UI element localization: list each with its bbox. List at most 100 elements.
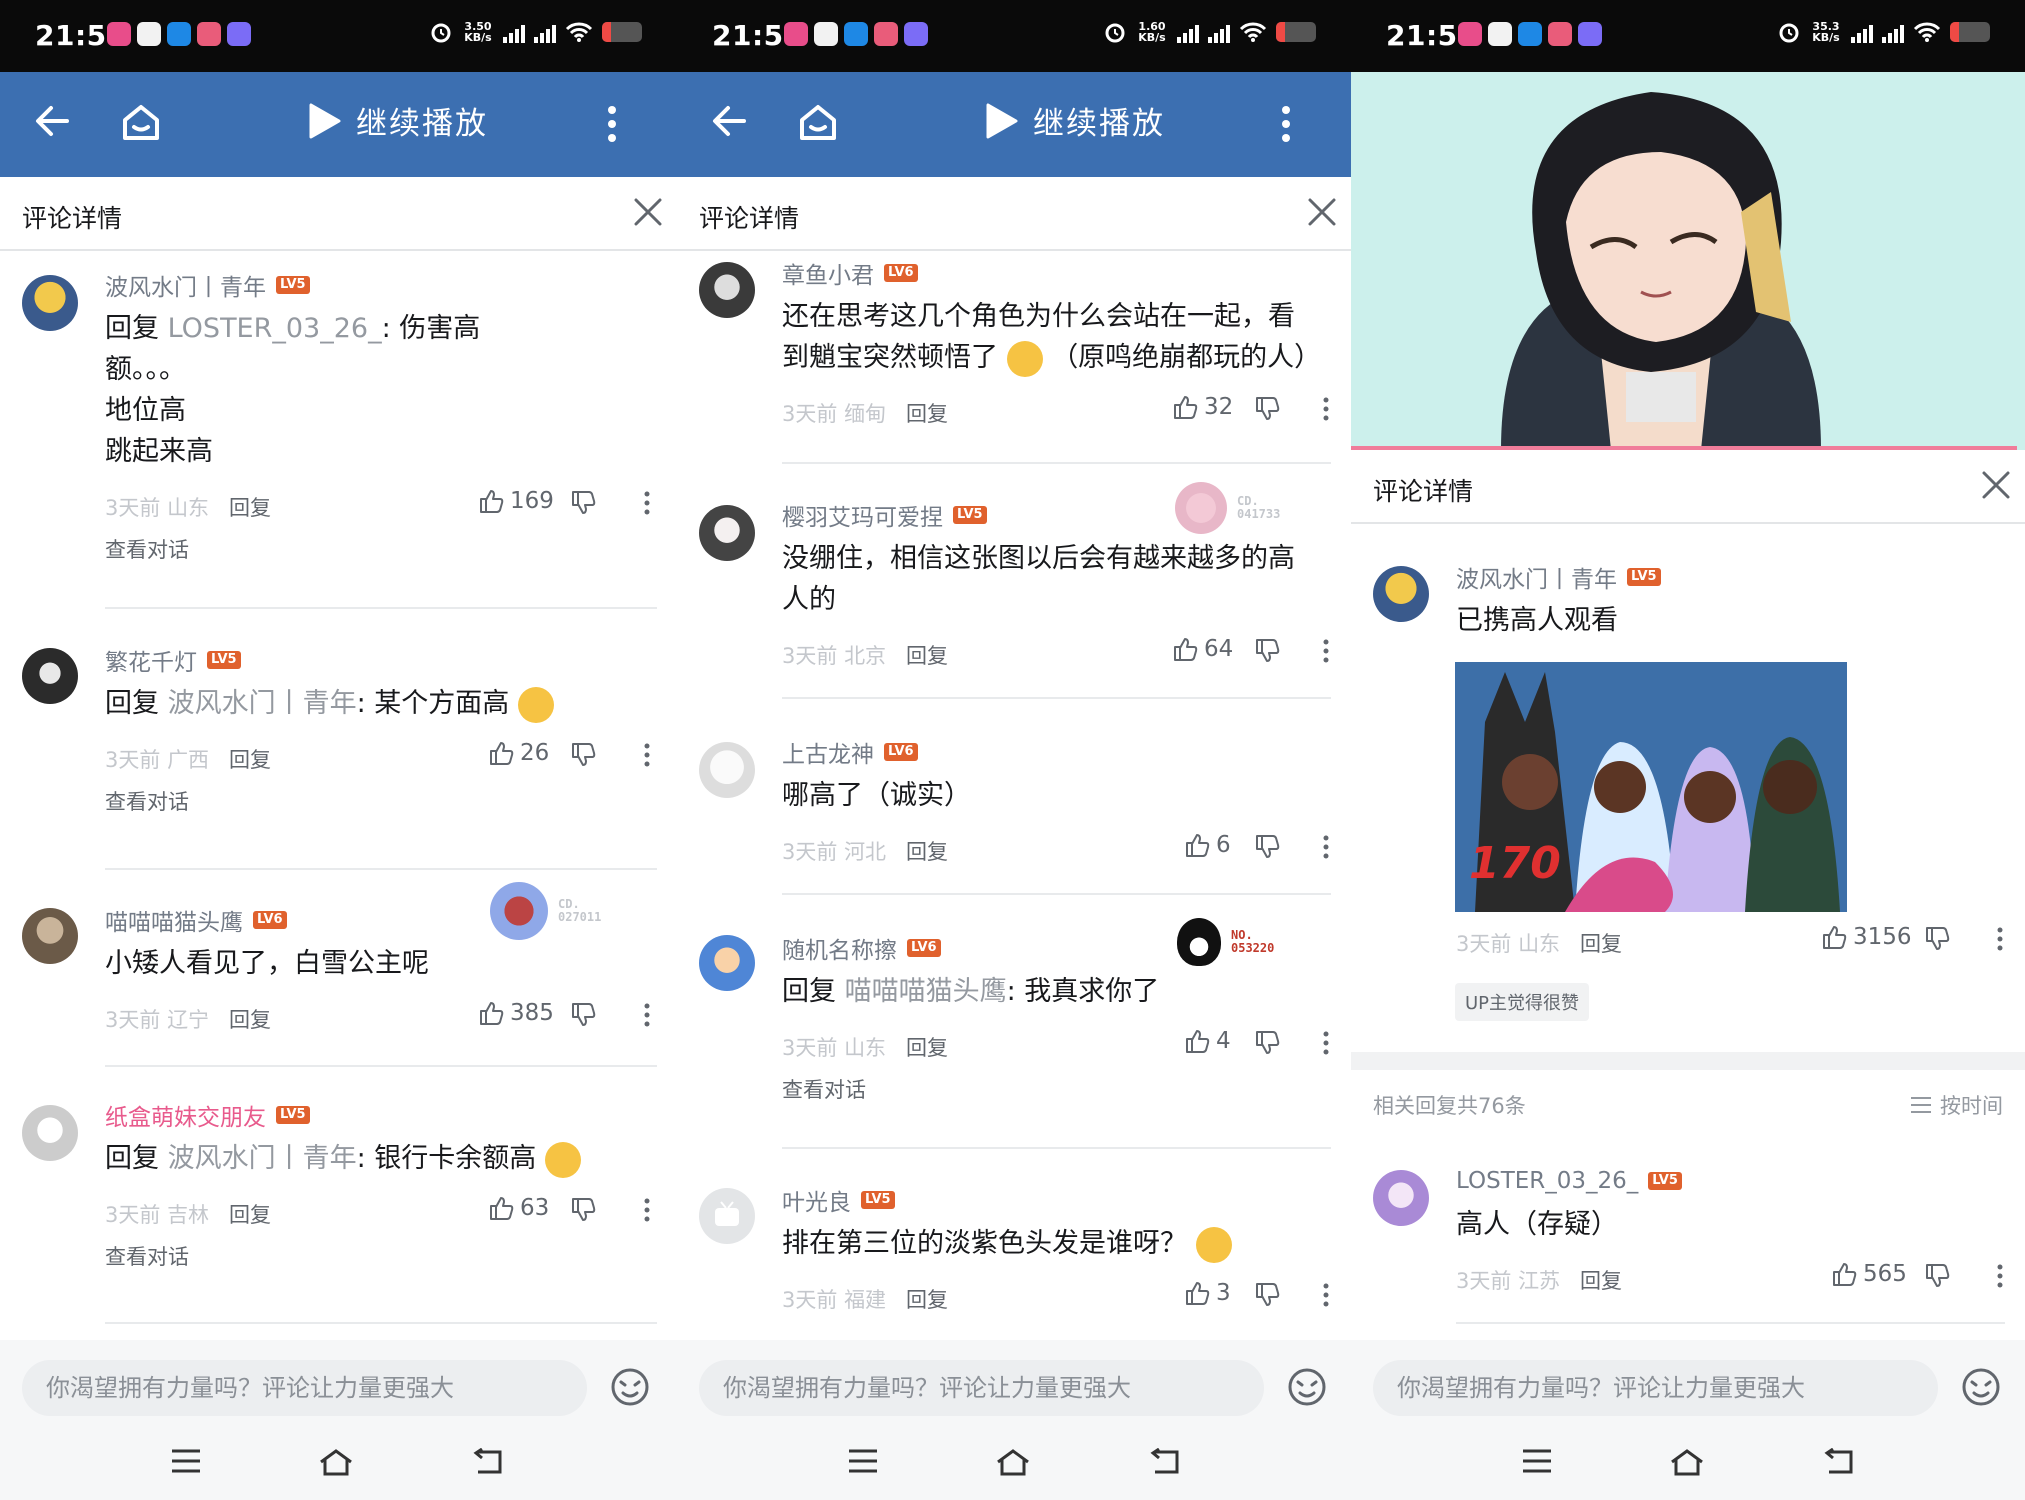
avatar[interactable] [699,505,755,561]
thumbs-down-icon[interactable] [1254,1030,1280,1056]
like-button[interactable]: 26 [488,740,549,766]
back-arrow-icon[interactable] [710,102,748,140]
reply-button[interactable]: 回复 [229,492,271,522]
like-button[interactable]: 4 [1184,1028,1231,1054]
username-row[interactable]: 波风水门丨青年 LV5 [105,270,677,301]
like-button[interactable]: 565 [1831,1261,1907,1287]
thumbs-down-icon[interactable] [1254,638,1280,664]
close-icon[interactable] [1307,197,1337,227]
back-nav-icon[interactable] [1149,1448,1181,1476]
avatar[interactable] [1373,1170,1429,1226]
reply-target-link[interactable]: 波风水门丨青年 [168,1143,357,1174]
menu-nav-icon[interactable] [170,1448,202,1474]
more-vertical-icon[interactable] [1322,1030,1330,1056]
back-nav-icon[interactable] [1823,1448,1855,1476]
comment-input[interactable]: 你渴望拥有力量吗？评论让力量更强大 [699,1360,1264,1416]
avatar[interactable] [22,275,78,331]
more-vertical-icon[interactable] [643,490,651,516]
sort-by-time-button[interactable]: 按时间 [1910,1090,2003,1120]
username-row[interactable]: 樱羽艾玛可爱捏 LV5 [782,500,1351,531]
username-row[interactable]: 繁花千灯 LV5 [105,645,677,676]
close-icon[interactable] [633,197,663,227]
reply-button[interactable]: 回复 [906,640,948,670]
like-button[interactable]: 63 [488,1195,549,1221]
like-button[interactable]: 6 [1184,832,1231,858]
view-conversation-link[interactable]: 查看对话 [782,1074,1351,1104]
reply-button[interactable]: 回复 [906,1032,948,1062]
reply-button[interactable]: 回复 [906,836,948,866]
username-row[interactable]: 上古龙神 LV6 [782,737,1351,768]
more-vertical-icon[interactable] [1996,926,2004,952]
thumbs-down-icon[interactable] [1254,1282,1280,1308]
avatar[interactable] [22,648,78,704]
more-vertical-icon[interactable] [1322,1282,1330,1308]
like-button[interactable]: 64 [1172,636,1233,662]
avatar[interactable] [699,262,755,318]
reply-button[interactable]: 回复 [906,1284,948,1314]
like-button[interactable]: 3156 [1821,924,1912,950]
menu-nav-icon[interactable] [1521,1448,1553,1474]
back-arrow-icon[interactable] [33,102,71,140]
like-button[interactable]: 169 [478,488,554,514]
reply-button[interactable]: 回复 [1580,1265,1622,1295]
more-vertical-icon[interactable] [1996,1263,2004,1289]
comment-input[interactable]: 你渴望拥有力量吗？评论让力量更强大 [22,1360,587,1416]
view-conversation-link[interactable]: 查看对话 [105,534,677,564]
reply-button[interactable]: 回复 [906,398,948,428]
more-vertical-icon[interactable] [1322,834,1330,860]
avatar[interactable] [699,935,755,991]
username-row[interactable]: LOSTER_03_26_ LV5 [1456,1166,2025,1196]
home-nav-icon[interactable] [1669,1448,1705,1476]
username-row[interactable]: 叶光良 LV5 [782,1185,1351,1216]
close-icon[interactable] [1981,470,2011,500]
avatar[interactable] [22,908,78,964]
more-vertical-icon[interactable] [607,105,617,143]
thumbs-down-icon[interactable] [1254,396,1280,422]
reply-target-link[interactable]: 波风水门丨青年 [168,688,357,719]
reply-target-link[interactable]: LOSTER_03_26_ [168,313,382,344]
comment-input[interactable]: 你渴望拥有力量吗？评论让力量更强大 [1373,1360,1938,1416]
comment-image[interactable]: 170 [1455,662,1847,912]
reply-button[interactable]: 回复 [229,1004,271,1034]
avatar[interactable] [699,742,755,798]
reply-button[interactable]: 回复 [1580,928,1622,958]
avatar[interactable] [22,1105,78,1161]
thumbs-down-icon[interactable] [570,742,596,768]
thumbs-down-icon[interactable] [1254,834,1280,860]
more-vertical-icon[interactable] [1322,638,1330,664]
thumbs-down-icon[interactable] [570,1197,596,1223]
thumbs-down-icon[interactable] [1924,926,1950,952]
avatar[interactable] [1373,566,1429,622]
more-vertical-icon[interactable] [643,1197,651,1223]
username-row[interactable]: 纸盒萌妹交朋友 LV5 [105,1100,677,1131]
like-button[interactable]: 32 [1172,394,1233,420]
thumbs-down-icon[interactable] [570,490,596,516]
video-player-area[interactable] [1351,72,2025,450]
reply-target-link[interactable]: 喵喵喵猫头鹰 [845,976,1007,1007]
more-vertical-icon[interactable] [1281,105,1291,143]
back-nav-icon[interactable] [472,1448,504,1476]
home-nav-icon[interactable] [318,1448,354,1476]
continue-play-button[interactable]: 继续播放 [985,98,1165,143]
more-vertical-icon[interactable] [643,742,651,768]
home-icon[interactable] [797,102,839,142]
home-nav-icon[interactable] [995,1448,1031,1476]
emoji-face-icon[interactable] [1961,1367,2001,1407]
username-row[interactable]: 随机名称擦 LV6 [782,933,1351,964]
menu-nav-icon[interactable] [847,1448,879,1474]
view-conversation-link[interactable]: 查看对话 [105,1241,677,1271]
thumbs-down-icon[interactable] [1924,1263,1950,1289]
emoji-face-icon[interactable] [1287,1367,1327,1407]
reply-button[interactable]: 回复 [229,1199,271,1229]
home-icon[interactable] [120,102,162,142]
username-row[interactable]: 章鱼小君 LV6 [782,258,1351,289]
like-button[interactable]: 385 [478,1000,554,1026]
view-conversation-link[interactable]: 查看对话 [105,786,677,816]
reply-button[interactable]: 回复 [229,744,271,774]
emoji-face-icon[interactable] [610,1367,650,1407]
username-row[interactable]: 喵喵喵猫头鹰 LV6 [105,905,677,936]
username-row[interactable]: 波风水门丨青年 LV5 [1456,562,2025,593]
like-button[interactable]: 3 [1184,1280,1231,1306]
more-vertical-icon[interactable] [1322,396,1330,422]
avatar[interactable] [699,1188,755,1244]
